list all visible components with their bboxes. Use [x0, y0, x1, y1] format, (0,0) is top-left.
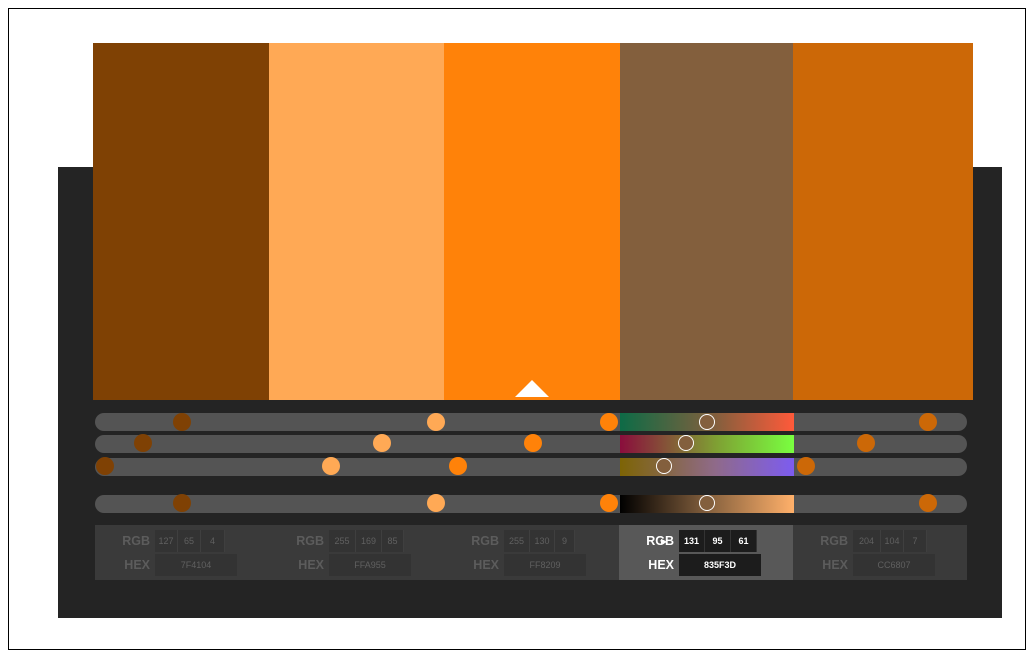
hex-value-field[interactable]: CC6807	[853, 554, 935, 576]
lightness-handle-active[interactable]	[699, 495, 715, 511]
red-value-field[interactable]: 131	[679, 530, 705, 552]
color-info-bar: RGB HEX 127 65 4 7F4104 RGB HEX 255 169 85 FFA955 RG…	[95, 525, 967, 580]
blue-value-field[interactable]: 4	[201, 530, 225, 552]
swatch-3[interactable]	[444, 43, 620, 400]
saturation-handle-active[interactable]	[678, 435, 694, 451]
info-block-swatch-5[interactable]: RGB HEX 204 104 7 CC6807	[793, 525, 967, 580]
lightness-handle-swatch-1[interactable]	[173, 494, 191, 512]
green-value-field[interactable]: 65	[178, 530, 201, 552]
hue-handle-swatch-1[interactable]	[173, 413, 191, 431]
red-value-field[interactable]: 204	[853, 530, 881, 552]
hex-value-field[interactable]: FFA955	[329, 554, 411, 576]
brightness-handle-swatch-3[interactable]	[449, 457, 467, 475]
hex-label: HEX	[298, 558, 324, 572]
blue-value-field[interactable]: 7	[904, 530, 927, 552]
hex-label: HEX	[648, 558, 674, 572]
lightness-handle-swatch-2[interactable]	[427, 494, 445, 512]
brightness-gradient	[620, 458, 794, 476]
brightness-handle-swatch-1[interactable]	[96, 457, 114, 475]
hex-label: HEX	[473, 558, 499, 572]
saturation-handle-swatch-2[interactable]	[373, 434, 391, 452]
green-value-field[interactable]: 95	[705, 530, 731, 552]
hue-handle-swatch-2[interactable]	[427, 413, 445, 431]
swatch-2[interactable]	[269, 43, 444, 400]
swatch-1[interactable]	[93, 43, 269, 400]
brightness-handle-swatch-2[interactable]	[322, 457, 340, 475]
lightness-handle-swatch-5[interactable]	[919, 494, 937, 512]
blue-value-field[interactable]: 9	[555, 530, 575, 552]
green-value-field[interactable]: 169	[356, 530, 382, 552]
brightness-handle-active[interactable]	[656, 458, 672, 474]
info-block-swatch-1[interactable]: RGB HEX 127 65 4 7F4104	[95, 525, 269, 580]
lightness-handle-swatch-3[interactable]	[600, 494, 618, 512]
swatch-strip	[93, 43, 973, 400]
hex-label: HEX	[124, 558, 150, 572]
rgb-label: RGB	[646, 534, 674, 548]
info-block-swatch-2[interactable]: RGB HEX 255 169 85 FFA955	[269, 525, 443, 580]
rgb-label: RGB	[820, 534, 848, 548]
blue-value-field[interactable]: 61	[731, 530, 757, 552]
swatch-4[interactable]	[620, 43, 793, 400]
saturation-gradient	[620, 435, 794, 453]
active-swatch-indicator	[515, 380, 549, 397]
green-value-field[interactable]: 104	[881, 530, 904, 552]
saturation-handle-swatch-1[interactable]	[134, 434, 152, 452]
red-value-field[interactable]: 255	[329, 530, 356, 552]
hex-value-field[interactable]: FF8209	[504, 554, 586, 576]
hex-value-field[interactable]: 7F4104	[155, 554, 237, 576]
hue-handle-swatch-3[interactable]	[600, 413, 618, 431]
saturation-handle-swatch-3[interactable]	[524, 434, 542, 452]
hue-slider-track[interactable]	[95, 413, 967, 431]
info-block-swatch-4[interactable]: ▶ RGB HEX 131 95 61 835F3D	[619, 525, 793, 580]
hue-handle-active[interactable]	[699, 414, 715, 430]
hex-label: HEX	[822, 558, 848, 572]
blue-value-field[interactable]: 85	[382, 530, 404, 552]
swatch-5[interactable]	[793, 43, 973, 400]
lightness-slider-track[interactable]	[95, 495, 967, 513]
brightness-handle-swatch-5[interactable]	[797, 457, 815, 475]
brightness-slider-track[interactable]	[95, 458, 967, 476]
info-block-swatch-3[interactable]: RGB HEX 255 130 9 FF8209	[444, 525, 618, 580]
saturation-handle-swatch-5[interactable]	[857, 434, 875, 452]
hex-value-field[interactable]: 835F3D	[679, 554, 761, 576]
rgb-label: RGB	[471, 534, 499, 548]
red-value-field[interactable]: 127	[155, 530, 178, 552]
rgb-label: RGB	[122, 534, 150, 548]
rgb-label: RGB	[296, 534, 324, 548]
red-value-field[interactable]: 255	[504, 530, 530, 552]
hue-handle-swatch-5[interactable]	[919, 413, 937, 431]
green-value-field[interactable]: 130	[530, 530, 555, 552]
